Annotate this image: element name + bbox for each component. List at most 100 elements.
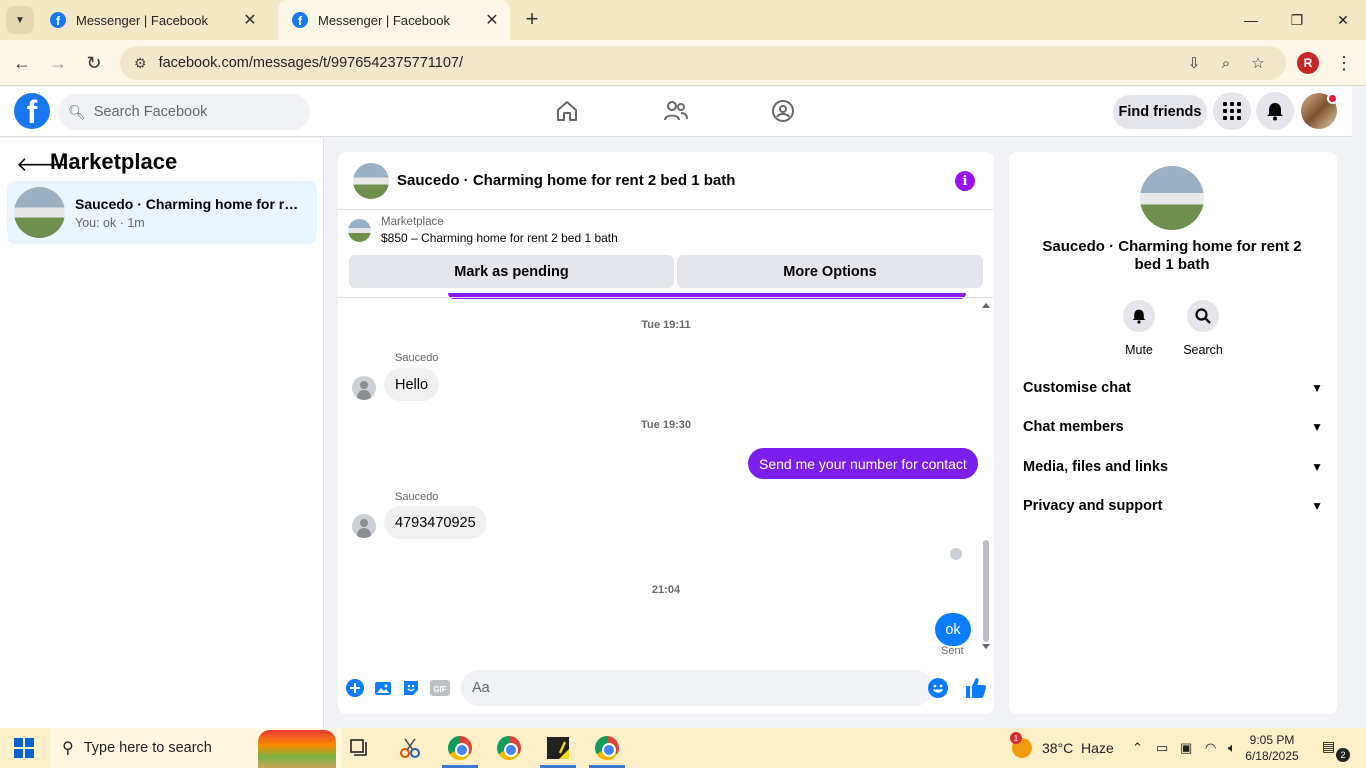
message-bubble-outgoing[interactable]: ok bbox=[935, 613, 971, 646]
close-tab-icon[interactable]: ✕ bbox=[242, 10, 258, 30]
close-window-button[interactable]: ✕ bbox=[1320, 0, 1366, 40]
site-info-icon[interactable]: ⚙ bbox=[134, 55, 147, 72]
friends-icon[interactable] bbox=[662, 97, 690, 125]
sticker-icon[interactable] bbox=[401, 678, 421, 698]
thumbs-up-icon[interactable] bbox=[964, 676, 988, 700]
search-icon: ⚲ bbox=[62, 740, 74, 757]
timestamp: Tue 19:11 bbox=[641, 319, 691, 331]
gif-icon[interactable]: GIF bbox=[430, 678, 450, 698]
mute-label: Mute bbox=[1125, 343, 1153, 357]
conversation-details-panel: Saucedo · Charming home for rent 2 bed 1… bbox=[1009, 152, 1337, 714]
message-bubble-incoming[interactable]: 4793470925 bbox=[384, 506, 487, 539]
chrome-profile-r-icon[interactable] bbox=[589, 734, 625, 768]
show-hidden-icons-chevron-up-icon[interactable]: ⌃ bbox=[1132, 728, 1143, 768]
battery-icon[interactable]: ▣ bbox=[1180, 728, 1192, 768]
browser-tab-2[interactable]: f Messenger | Facebook ✕ bbox=[278, 0, 510, 40]
message-composer: GIF Aa bbox=[338, 667, 994, 714]
conversation-item[interactable]: Saucedo · Charming home for rent 2 bed 1… bbox=[7, 181, 317, 244]
menu-grid-icon[interactable] bbox=[1213, 92, 1251, 130]
chevron-down-icon: ▼ bbox=[1311, 499, 1323, 513]
chat-scrollbar[interactable] bbox=[980, 300, 992, 652]
conversation-name: Saucedo · Charming home for rent 2 bed 1… bbox=[75, 195, 305, 212]
find-friends-button[interactable]: Find friends bbox=[1113, 95, 1207, 129]
privacy-support-section[interactable]: Privacy and support ▼ bbox=[1023, 495, 1323, 517]
chevron-down-icon: ▼ bbox=[1311, 460, 1323, 474]
mark-as-pending-button[interactable]: Mark as pending bbox=[349, 255, 674, 288]
notification-dot bbox=[1327, 93, 1338, 104]
timestamp: Tue 19:30 bbox=[641, 419, 691, 431]
chrome-profile-1-icon[interactable] bbox=[442, 734, 478, 768]
chrome-icon bbox=[497, 736, 521, 760]
facebook-header: f 🔍︎ Search Facebook Find friends bbox=[0, 87, 1352, 137]
photo-icon[interactable] bbox=[373, 678, 393, 698]
volume-icon[interactable]: 🔈︎ bbox=[1228, 728, 1236, 768]
system-clock[interactable]: 9:05 PM 6/18/2025 bbox=[1236, 732, 1308, 764]
browser-profile-avatar[interactable]: R bbox=[1297, 52, 1319, 74]
zoom-icon[interactable]: ⌕ bbox=[1212, 46, 1240, 80]
facebook-search-input[interactable]: 🔍︎ Search Facebook bbox=[58, 94, 310, 130]
sender-avatar[interactable] bbox=[352, 376, 376, 400]
info-icon[interactable]: i bbox=[955, 171, 975, 191]
chat-panel: Saucedo · Charming home for rent 2 bed 1… bbox=[338, 152, 994, 714]
scrollbar-thumb[interactable] bbox=[983, 540, 989, 642]
home-icon[interactable] bbox=[553, 97, 581, 125]
install-app-icon[interactable]: ⇩ bbox=[1180, 46, 1208, 80]
chat-title[interactable]: Saucedo · Charming home for rent 2 bed 1… bbox=[397, 172, 735, 189]
browser-tab-1[interactable]: f Messenger | Facebook ✕ bbox=[36, 0, 268, 40]
listing-thumbnail[interactable] bbox=[1140, 166, 1204, 230]
windows-start-icon[interactable] bbox=[0, 728, 48, 768]
weather-widget[interactable]: 1 38°C Haze bbox=[1010, 728, 1114, 768]
groups-icon[interactable] bbox=[769, 97, 797, 125]
task-view-icon[interactable] bbox=[346, 734, 374, 762]
back-arrow-icon[interactable]: ← bbox=[9, 50, 35, 76]
chrome-icon bbox=[595, 736, 619, 760]
section-label: Chat members bbox=[1023, 419, 1124, 435]
conversation-title: Saucedo · Charming home for rent 2 bed 1… bbox=[1042, 238, 1302, 273]
listing-thumbnail[interactable] bbox=[353, 162, 389, 199]
sticky-notes-icon[interactable] bbox=[540, 734, 576, 768]
notifications-bell-icon[interactable] bbox=[1256, 92, 1294, 130]
browser-tabstrip: ▼ f Messenger | Facebook ✕ f Messenger |… bbox=[0, 0, 1366, 40]
tab-title: Messenger | Facebook bbox=[318, 12, 450, 28]
mute-button[interactable]: Mute bbox=[1109, 300, 1169, 357]
seen-avatar-icon bbox=[950, 548, 962, 560]
facebook-logo-icon[interactable]: f bbox=[14, 93, 50, 129]
more-actions-plus-icon[interactable] bbox=[345, 678, 365, 698]
search-in-conversation-button[interactable]: Search bbox=[1173, 300, 1233, 357]
forward-arrow-icon[interactable]: → bbox=[45, 50, 71, 76]
sidebar-title: Marketplace bbox=[50, 149, 178, 174]
customise-chat-section[interactable]: Customise chat ▼ bbox=[1023, 377, 1323, 399]
search-label: Search bbox=[1183, 343, 1223, 357]
sender-avatar[interactable] bbox=[352, 514, 376, 538]
chrome-icon[interactable] bbox=[495, 734, 523, 762]
reload-icon[interactable]: ↻ bbox=[81, 50, 107, 76]
chat-header: Saucedo · Charming home for rent 2 bed 1… bbox=[338, 152, 994, 210]
marketplace-listing-row[interactable]: Marketplace $850 – Charming home for ren… bbox=[348, 216, 618, 245]
clock-date: 6/18/2025 bbox=[1245, 749, 1299, 763]
bookmark-star-icon[interactable]: ☆ bbox=[1244, 46, 1272, 80]
network-icon[interactable]: ◠ bbox=[1205, 728, 1216, 768]
minimize-button[interactable]: — bbox=[1228, 0, 1274, 40]
message-bubble-incoming[interactable]: Hello bbox=[384, 368, 440, 401]
tab-search-dropdown[interactable]: ▼ bbox=[6, 6, 34, 34]
message-input[interactable]: Aa bbox=[461, 670, 933, 706]
facebook-favicon-icon: f bbox=[292, 12, 308, 28]
emoji-icon[interactable] bbox=[928, 678, 948, 698]
snipping-tool-icon[interactable] bbox=[396, 734, 424, 762]
address-bar[interactable]: ⚙ facebook.com/messages/t/99765423757711… bbox=[120, 46, 1286, 80]
close-tab-icon[interactable]: ✕ bbox=[484, 10, 500, 30]
listing-thumbnail bbox=[14, 187, 65, 238]
account-avatar[interactable] bbox=[1301, 93, 1338, 129]
notification-center-icon[interactable]: ▤ 2 bbox=[1322, 738, 1350, 762]
meet-now-icon[interactable]: ▭ bbox=[1156, 728, 1168, 768]
message-bubble-outgoing[interactable]: Send me your number for contact bbox=[748, 448, 978, 479]
chat-members-section[interactable]: Chat members ▼ bbox=[1023, 416, 1323, 438]
new-tab-button[interactable]: + bbox=[520, 8, 544, 32]
restore-button[interactable]: ❐ bbox=[1274, 0, 1320, 40]
chevron-down-icon: ▼ bbox=[1311, 381, 1323, 395]
tab-title: Messenger | Facebook bbox=[76, 12, 208, 28]
page-scrollbar[interactable] bbox=[1352, 87, 1366, 728]
browser-menu-icon[interactable]: ⋮ bbox=[1334, 52, 1354, 74]
media-files-links-section[interactable]: Media, files and links ▼ bbox=[1023, 456, 1323, 478]
more-options-button[interactable]: More Options bbox=[677, 255, 983, 288]
